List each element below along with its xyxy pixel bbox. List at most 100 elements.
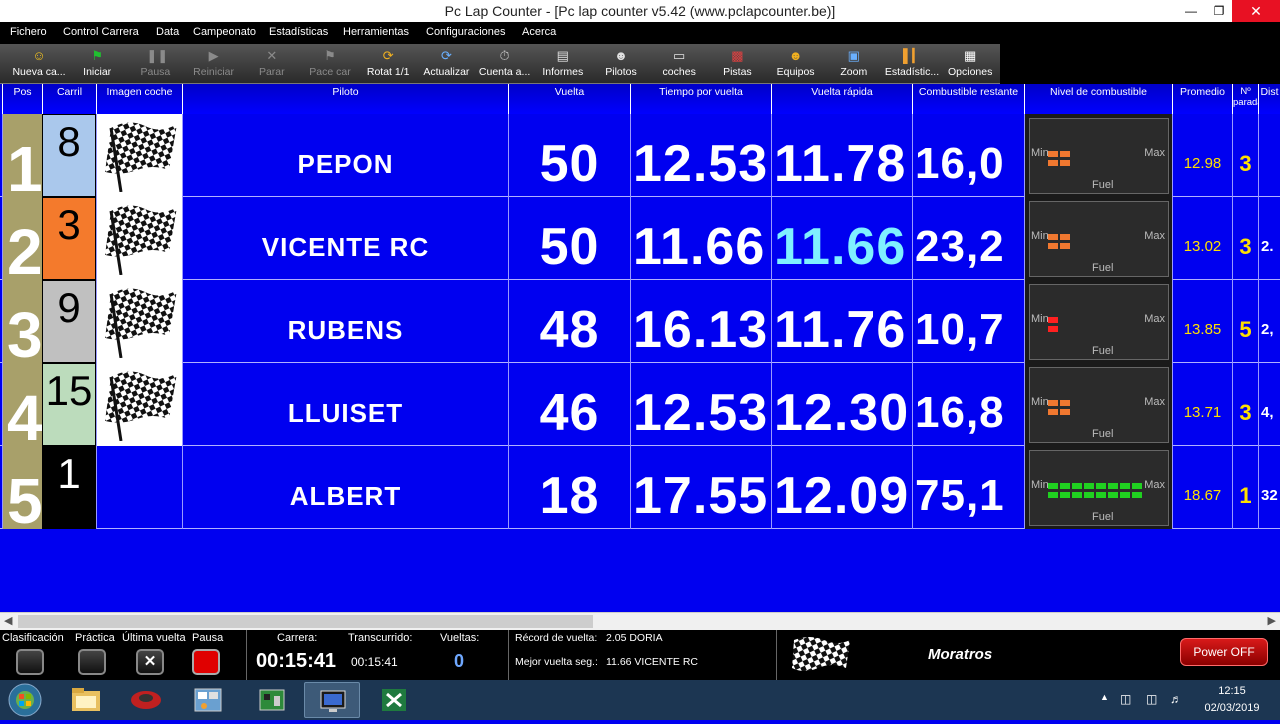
distance-cell: 4, bbox=[1258, 363, 1280, 446]
record-label: Récord de vuelta: bbox=[515, 632, 598, 644]
toolbar-stop-button[interactable]: ✕ Parar bbox=[243, 46, 301, 82]
toolbar-tracks-button[interactable]: ▩ Pistas bbox=[708, 46, 766, 82]
control-panel-icon[interactable] bbox=[180, 682, 236, 718]
pos-cell: 2 bbox=[2, 197, 42, 280]
toolbar-label: Reiniciar bbox=[193, 66, 235, 78]
pc-lap-counter-icon[interactable] bbox=[304, 682, 360, 718]
toolbar-filler bbox=[1000, 44, 1280, 84]
menu-acerca[interactable]: Acerca bbox=[522, 26, 556, 38]
menu-fichero[interactable]: Fichero bbox=[10, 26, 47, 38]
best-lap-cell: 11.66 bbox=[771, 197, 912, 280]
toolbar-options-button[interactable]: ▦ Opciones bbox=[941, 46, 999, 82]
network-alert-icon[interactable]: ◫ bbox=[1146, 692, 1157, 706]
restart-icon: ▶ bbox=[208, 48, 219, 63]
team-name: Moratros bbox=[928, 646, 993, 663]
horizontal-scrollbar[interactable]: ◀ ▶ bbox=[0, 612, 1280, 630]
scroll-left-icon[interactable]: ◀ bbox=[4, 614, 12, 627]
gauge-max-label: Max bbox=[1144, 396, 1165, 408]
network-icon[interactable]: ◫ bbox=[1120, 692, 1131, 706]
status-button-label: Práctica bbox=[75, 632, 115, 644]
start-button-icon[interactable] bbox=[6, 682, 44, 718]
minimize-button[interactable]: — bbox=[1176, 0, 1206, 22]
close-button[interactable]: ✕ bbox=[1232, 0, 1280, 22]
clock-time[interactable]: 12:15 bbox=[1190, 685, 1274, 697]
zoom-icon: ▣ bbox=[847, 48, 860, 63]
classification-button[interactable] bbox=[16, 649, 44, 675]
excel-icon[interactable] bbox=[366, 682, 422, 718]
column-header-pilot[interactable]: Piloto bbox=[182, 84, 508, 114]
maximize-button[interactable]: ❐ bbox=[1204, 0, 1234, 22]
pilot-cell: RUBENS bbox=[182, 280, 508, 363]
column-header-distance[interactable]: Dist bbox=[1258, 84, 1280, 114]
menu-control-carrera[interactable]: Control Carrera bbox=[63, 26, 139, 38]
menu-campeonato[interactable]: Campeonato bbox=[193, 26, 256, 38]
best-lap-value: 11.66 VICENTE RC bbox=[606, 656, 699, 668]
fuel-bar bbox=[1048, 317, 1058, 323]
fuel-bar bbox=[1060, 243, 1070, 249]
fuel-gauge: Min Max Fuel bbox=[1029, 201, 1169, 277]
menu-data[interactable]: Data bbox=[156, 26, 179, 38]
pause-button[interactable] bbox=[192, 649, 220, 675]
toolbar-teams-button[interactable]: ☻ Equipos bbox=[767, 46, 825, 82]
toolbar: ☺ Nueva ca... ⚑ Iniciar ❚❚ Pausa ▶ Reiniciar ✕ Pa… bbox=[0, 44, 1000, 84]
fuel-gauge: Min Max Fuel bbox=[1029, 118, 1169, 194]
race-car-app-icon[interactable] bbox=[118, 682, 174, 718]
column-header-lap-time[interactable]: Tiempo por vuelta bbox=[630, 84, 771, 114]
toolbar-label: Rotat 1/1 bbox=[366, 66, 410, 78]
fuel-gauge: Min Max Fuel bbox=[1029, 284, 1169, 360]
column-header-pos[interactable]: Pos bbox=[2, 84, 42, 114]
toolbar-pause-button[interactable]: ❚❚ Pausa bbox=[126, 46, 184, 82]
practice-button[interactable] bbox=[78, 649, 106, 675]
column-header-car-image[interactable]: Imagen coche bbox=[96, 84, 182, 114]
gauge-max-label: Max bbox=[1144, 230, 1165, 242]
laps-label: Vueltas: bbox=[440, 632, 480, 644]
toolbar-restart-button[interactable]: ▶ Reiniciar bbox=[185, 46, 243, 82]
toolbar-refresh-button[interactable]: ⟳ Actualizar bbox=[417, 46, 475, 82]
fuel-bar bbox=[1132, 483, 1142, 489]
toolbar-cars-button[interactable]: ▭ coches bbox=[650, 46, 708, 82]
fuel-bar bbox=[1120, 483, 1130, 489]
scrollbar-thumb[interactable] bbox=[18, 615, 593, 628]
window-title: Pc Lap Counter - [Pc lap counter v5.42 (… bbox=[444, 3, 836, 19]
column-header-laps[interactable]: Vuelta bbox=[508, 84, 630, 114]
lap-time-cell: 12.53 bbox=[630, 363, 771, 446]
table-row: 3 9 RUBENS 48 16.13 11.76 10,7 Min Max Fuel 13.85 5… bbox=[0, 280, 1280, 363]
clock-date[interactable]: 02/03/2019 bbox=[1190, 702, 1274, 714]
toolbar-pace-car-button[interactable]: ⚑ Pace car bbox=[301, 46, 359, 82]
tray-expand-icon[interactable]: ▲ bbox=[1100, 692, 1109, 702]
divider bbox=[508, 630, 509, 680]
column-header-fuel-level[interactable]: Nivel de combustible bbox=[1024, 84, 1172, 114]
gauge-max-label: Max bbox=[1144, 479, 1165, 491]
toolbar-countdown-button[interactable]: ⏱ Cuenta a... bbox=[476, 46, 534, 82]
menu-estad-sticas[interactable]: Estadísticas bbox=[269, 26, 328, 38]
menu-herramientas[interactable]: Herramientas bbox=[343, 26, 409, 38]
column-header-best-lap[interactable]: Vuelta rápida bbox=[771, 84, 912, 114]
toolbar-start-flag-button[interactable]: ⚑ Iniciar bbox=[68, 46, 126, 82]
lap-time-cell: 11.66 bbox=[630, 197, 771, 280]
elapsed-time: 00:15:41 bbox=[351, 655, 398, 669]
title-bar: Pc Lap Counter - [Pc lap counter v5.42 (… bbox=[0, 0, 1280, 22]
toolbar-statistics-button[interactable]: ▌▎ Estadístic... bbox=[883, 46, 941, 82]
fuel-bar bbox=[1048, 492, 1058, 498]
toolbar-rotate-button[interactable]: ⟳ Rotat 1/1 bbox=[359, 46, 417, 82]
pilot-cell: ALBERT bbox=[182, 446, 508, 529]
scroll-right-icon[interactable]: ▶ bbox=[1268, 614, 1276, 627]
toolbar-new-race-button[interactable]: ☺ Nueva ca... bbox=[10, 46, 68, 82]
hardware-board-icon[interactable] bbox=[244, 682, 300, 718]
column-header-lane[interactable]: Carril bbox=[42, 84, 96, 114]
fuel-bar bbox=[1108, 483, 1118, 489]
car-image-cell bbox=[96, 114, 182, 197]
column-header-pit-stops[interactable]: Nº parada bbox=[1232, 84, 1258, 114]
toolbar-drivers-button[interactable]: ☻ Pilotos bbox=[592, 46, 650, 82]
power-off-button[interactable]: Power OFF bbox=[1180, 638, 1268, 666]
column-header-average[interactable]: Promedio bbox=[1172, 84, 1232, 114]
fuel-bar bbox=[1048, 326, 1058, 332]
fuel-left-cell: 75,1 bbox=[912, 446, 1024, 529]
toolbar-zoom-button[interactable]: ▣ Zoom bbox=[825, 46, 883, 82]
volume-icon[interactable]: ♬ bbox=[1170, 692, 1182, 706]
toolbar-reports-button[interactable]: ▤ Informes bbox=[534, 46, 592, 82]
column-header-fuel-left[interactable]: Combustible restante bbox=[912, 84, 1024, 114]
menu-configuraciones[interactable]: Configuraciones bbox=[426, 26, 506, 38]
last-lap-button[interactable]: ✕ bbox=[136, 649, 164, 675]
file-explorer-icon[interactable] bbox=[58, 682, 114, 718]
